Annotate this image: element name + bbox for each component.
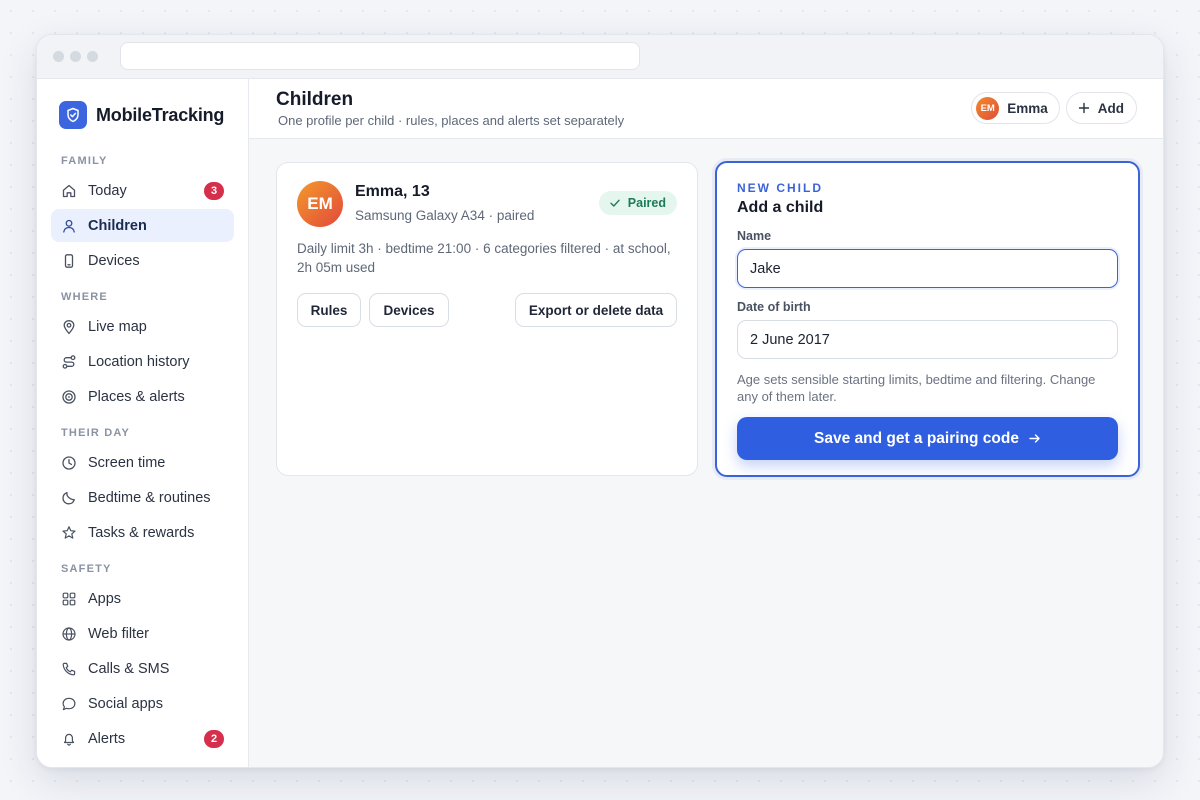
save-button-label: Save and get a pairing code: [813, 429, 1019, 447]
child-switcher-label: Emma: [1007, 100, 1048, 116]
save-pairing-code-button[interactable]: Save and get a pairing code: [737, 417, 1118, 460]
sidebar-item-label: Bedtime & routines: [88, 489, 211, 506]
sidebar-item-label: Screen time: [88, 454, 166, 471]
sidebar-item-label: Devices: [88, 252, 140, 269]
child-card-actions: Rules Devices Export or delete data: [297, 293, 677, 327]
sidebar-item-today[interactable]: Today 3: [51, 174, 234, 207]
shield-logo-icon: [59, 101, 87, 129]
date-of-birth-field[interactable]: [737, 320, 1118, 359]
user-icon: [63, 219, 75, 233]
page-header: Children One profile per child · rules, …: [249, 79, 1163, 139]
window-close-dot[interactable]: [53, 51, 64, 62]
form-title: Add a child: [737, 199, 824, 216]
main-panel: Children One profile per child · rules, …: [249, 79, 1163, 767]
target-icon: [62, 389, 76, 404]
phone-icon: [64, 253, 74, 268]
dob-field-label: Date of birth: [737, 300, 811, 314]
sidebar-item-label: Web filter: [88, 625, 149, 642]
brand-name: MobileTracking: [96, 104, 225, 125]
child-name: Emma, 13: [355, 183, 430, 200]
sidebar-item-tasks-rewards[interactable]: Tasks & rewards: [51, 516, 234, 549]
sidebar-item-label: Alerts: [88, 730, 126, 747]
section-label-where: WHERE: [61, 291, 108, 303]
name-field-label: Name: [737, 229, 772, 243]
child-card: EM Emma, 13 Samsung Galaxy A34 · paired …: [276, 162, 698, 476]
sidebar-item-label: Social apps: [88, 695, 163, 712]
child-switcher-chip[interactable]: EM Emma: [971, 92, 1060, 124]
form-eyebrow: NEW CHILD: [737, 181, 823, 195]
section-label-safety: SAFETY: [61, 563, 112, 575]
window-maximize-dot[interactable]: [87, 51, 98, 62]
sidebar-item-label: Today: [88, 182, 127, 199]
name-field[interactable]: [737, 249, 1118, 288]
sidebar-item-label: Places & alerts: [88, 388, 185, 405]
window-titlebar: [37, 35, 1163, 79]
sidebar-item-label: Tasks & rewards: [88, 524, 195, 541]
sidebar-item-label: Children: [88, 217, 147, 234]
sidebar-item-screen-time[interactable]: Screen time: [51, 446, 234, 479]
avatar: EM: [297, 181, 343, 227]
star-icon: [62, 525, 76, 539]
sidebar-item-social-apps[interactable]: Social apps: [51, 687, 234, 720]
add-child-label: Add: [1097, 100, 1124, 116]
sidebar-item-location-history[interactable]: Location history: [51, 345, 234, 378]
grid-icon: [62, 592, 76, 605]
avatar: EM: [976, 96, 1000, 120]
section-label-family: FAMILY: [61, 155, 108, 167]
add-child-form: NEW CHILD Add a child Name Date of birth…: [715, 161, 1140, 477]
devices-button[interactable]: Devices: [369, 293, 449, 327]
sidebar-item-bedtime-routines[interactable]: Bedtime & routines: [51, 481, 234, 514]
content-area: EM Emma, 13 Samsung Galaxy A34 · paired …: [249, 139, 1163, 767]
add-child-button[interactable]: Add: [1065, 92, 1137, 124]
chat-icon: [62, 697, 76, 710]
plus-icon: [1078, 102, 1089, 114]
route-icon: [62, 354, 76, 369]
bell-icon: [63, 733, 75, 746]
moon-icon: [62, 491, 75, 504]
sidebar-item-label: Apps: [88, 590, 122, 607]
sidebar-item-web-filter[interactable]: Web filter: [51, 617, 234, 650]
rules-button[interactable]: Rules: [297, 293, 361, 327]
check-icon: [610, 199, 620, 207]
globe-icon: [62, 626, 76, 641]
sidebar-item-alerts[interactable]: Alerts 2: [51, 722, 234, 755]
status-badge-label: Paired: [627, 196, 666, 210]
sidebar-item-devices[interactable]: Devices: [51, 244, 234, 277]
sidebar-item-live-map[interactable]: Live map: [51, 310, 234, 343]
section-label-their-day: THEIR DAY: [61, 427, 131, 439]
arrow-right-icon: [1029, 434, 1040, 443]
sidebar-item-label: Location history: [88, 353, 190, 370]
sidebar: MobileTracking FAMILY Today 3 Children D…: [37, 79, 249, 767]
home-icon: [62, 184, 76, 197]
pin-icon: [63, 319, 75, 334]
app-window: MobileTracking FAMILY Today 3 Children D…: [36, 34, 1164, 768]
header-actions: EM Emma Add: [971, 92, 1137, 124]
child-card-header: EM Emma, 13 Samsung Galaxy A34 · paired …: [297, 181, 677, 227]
sidebar-item-calls-sms[interactable]: Calls & SMS: [51, 652, 234, 685]
sidebar-item-label: Calls & SMS: [88, 660, 170, 677]
phone-call-icon: [62, 662, 76, 675]
today-count-badge: 3: [204, 182, 224, 200]
alerts-count-badge: 2: [204, 730, 224, 748]
form-hint: Age sets sensible starting limits, bedti…: [737, 372, 1096, 404]
brand: MobileTracking: [51, 101, 234, 129]
clock-icon: [62, 455, 76, 470]
sidebar-item-apps[interactable]: Apps: [51, 582, 234, 615]
sidebar-item-label: Live map: [88, 318, 147, 335]
status-badge: Paired: [598, 191, 677, 215]
sidebar-item-places-alerts[interactable]: Places & alerts: [51, 380, 234, 413]
window-minimize-dot[interactable]: [70, 51, 81, 62]
child-summary: Daily limit 3h · bedtime 21:00 · 6 categ…: [297, 241, 671, 275]
export-delete-data-button[interactable]: Export or delete data: [515, 293, 677, 327]
sidebar-item-children[interactable]: Children: [51, 209, 234, 242]
child-device: Samsung Galaxy A34 · paired: [355, 208, 535, 223]
address-bar[interactable]: [120, 42, 640, 70]
